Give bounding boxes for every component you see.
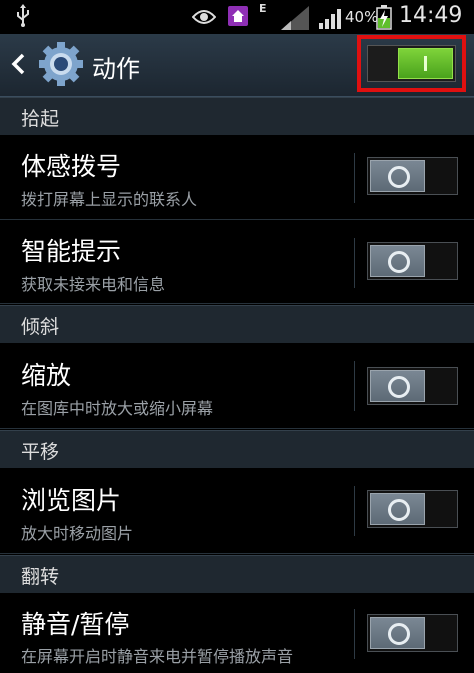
section-header-pan: 平移 [0,430,474,468]
signal-strength-icon [319,9,341,29]
item-title: 浏览图片 [21,486,122,515]
toggle-switch[interactable] [367,157,458,195]
section-header-turn-over: 翻转 [0,555,474,593]
gear-icon [39,42,83,86]
list-item-direct-call[interactable]: 体感拨号 拨打屏幕上显示的联系人 [0,135,474,220]
toggle-switch[interactable] [367,367,458,405]
item-title: 体感拨号 [21,152,122,181]
status-bar: E 40% 14:49 [0,0,474,34]
list-item-smart-alert[interactable]: 智能提示 获取未接来电和信息 [0,220,474,304]
item-subtitle: 拨打屏幕上显示的联系人 [21,190,198,209]
clock-time: 14:49 [399,3,463,28]
back-chevron-icon[interactable] [10,52,26,76]
item-title: 静音/暂停 [21,610,130,639]
action-bar: 动作 [0,34,474,97]
battery-percent: 40% [345,8,379,26]
item-subtitle: 在图库中时放大或缩小屏幕 [21,399,214,418]
home-icon [228,6,248,26]
toggle-switch[interactable] [367,242,458,280]
item-subtitle: 放大时移动图片 [21,524,134,543]
list-item-zoom[interactable]: 缩放 在图库中时放大或缩小屏幕 [0,343,474,429]
usb-icon [17,4,29,27]
item-title: 智能提示 [21,237,122,266]
toggle-switch[interactable] [367,490,458,528]
master-switch[interactable] [367,45,456,82]
section-header-tilt: 倾斜 [0,305,474,343]
list-item-mute-pause[interactable]: 静音/暂停 在屏幕开启时静音来电并暂停播放声音 [0,593,474,673]
battery-charging-icon [376,5,392,30]
signal-icon [281,6,309,30]
section-header-pickup: 拾起 [0,97,474,135]
item-subtitle: 获取未接来电和信息 [21,275,166,294]
toggle-switch[interactable] [367,614,458,652]
page-title: 动作 [92,55,140,83]
network-type-label: E [259,2,267,15]
master-switch-knob [398,48,453,79]
item-subtitle: 在屏幕开启时静音来电并暂停播放声音 [21,647,294,666]
list-item-browse-images[interactable]: 浏览图片 放大时移动图片 [0,468,474,554]
eye-icon [192,10,216,24]
item-title: 缩放 [21,361,72,390]
